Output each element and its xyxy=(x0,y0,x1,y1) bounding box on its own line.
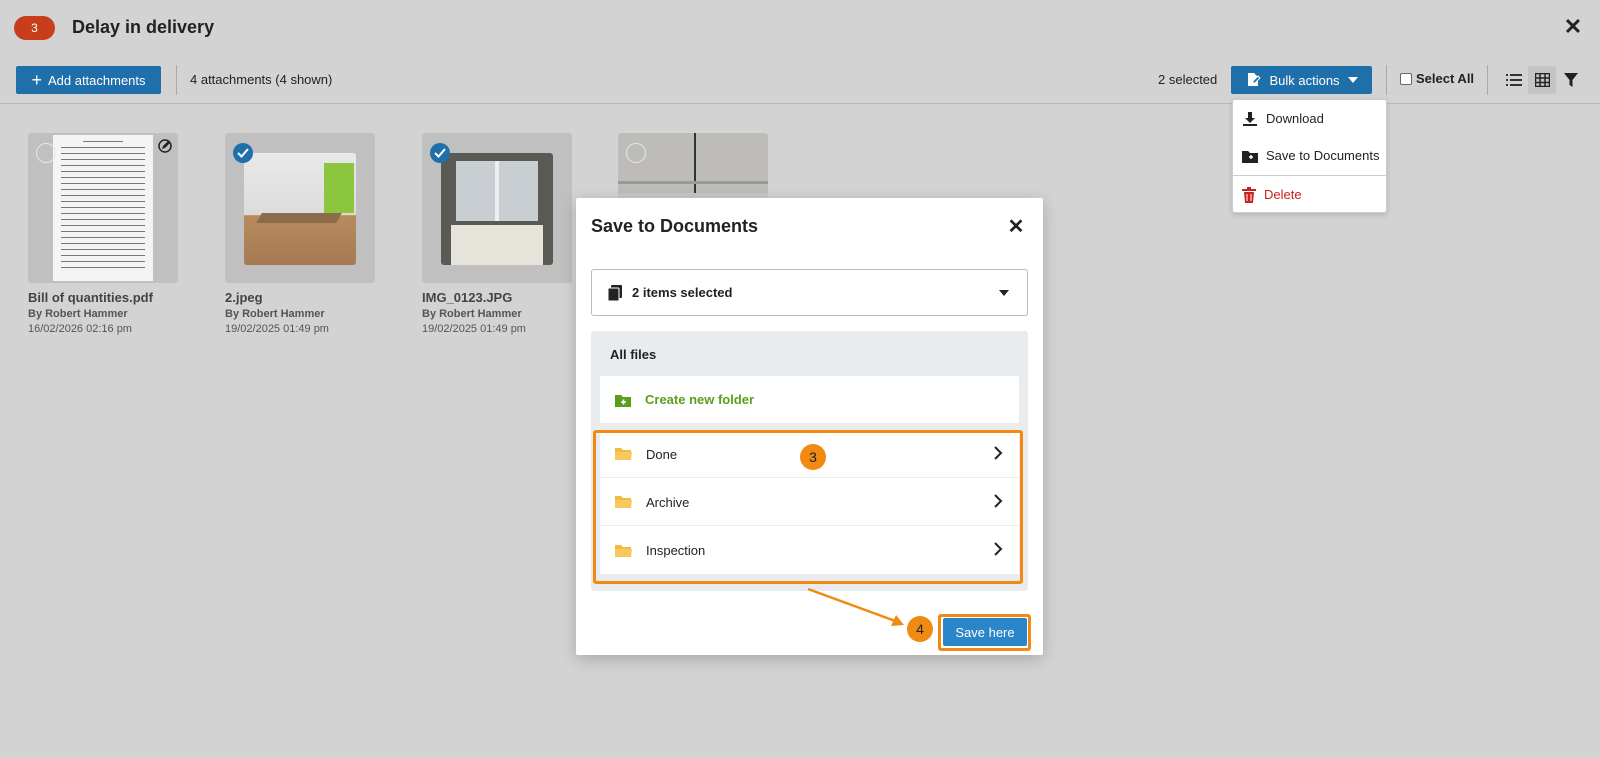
attachment-name[interactable]: Bill of quantities.pdf xyxy=(28,290,178,305)
filter-button[interactable] xyxy=(1557,66,1585,94)
edit-icon[interactable] xyxy=(158,139,172,153)
photo-window xyxy=(441,153,553,265)
divider xyxy=(1386,65,1387,95)
selected-items-dropdown[interactable]: 2 items selected xyxy=(591,269,1028,316)
folder-browser-heading: All files xyxy=(610,347,657,362)
menu-item-download[interactable]: Download xyxy=(1233,100,1386,137)
toolbar: + Add attachments 4 attachments (4 shown… xyxy=(0,60,1600,104)
caret-down-icon xyxy=(999,290,1009,296)
menu-item-label: Download xyxy=(1266,111,1324,126)
menu-item-label: Delete xyxy=(1264,187,1302,202)
attachment-count: 4 attachments (4 shown) xyxy=(190,72,333,87)
menu-item-save-to-documents[interactable]: Save to Documents xyxy=(1233,137,1386,174)
close-icon[interactable]: ✕ xyxy=(1004,214,1028,238)
folder-plus-icon xyxy=(1242,150,1258,163)
add-attachments-label: Add attachments xyxy=(47,72,146,88)
filter-icon xyxy=(1564,73,1578,87)
attachment-thumbnail[interactable] xyxy=(422,133,572,283)
divider xyxy=(176,65,177,95)
step-4-badge: 4 xyxy=(907,616,933,642)
bulk-actions-label: Bulk actions xyxy=(1269,72,1340,88)
copy-icon xyxy=(608,284,622,301)
attachment-card[interactable]: Bill of quantities.pdf By Robert Hammer … xyxy=(28,133,178,335)
attachment-name[interactable]: IMG_0123.JPG xyxy=(422,290,572,305)
attachment-author: By Robert Hammer xyxy=(225,308,325,320)
create-new-folder-label: Create new folder xyxy=(645,392,755,407)
list-view-button[interactable] xyxy=(1500,66,1528,94)
grid-icon xyxy=(1534,73,1550,87)
step-3-badge: 3 xyxy=(800,444,826,470)
select-checkbox[interactable] xyxy=(626,143,646,163)
attachment-thumbnail[interactable] xyxy=(225,133,375,283)
check-icon xyxy=(237,148,249,158)
save-to-documents-modal: Save to Documents ✕ 2 items selected All… xyxy=(576,198,1043,655)
divider xyxy=(1487,65,1488,95)
attachment-card[interactable]: IMG_0123.JPG By Robert Hammer 19/02/2025… xyxy=(422,133,572,335)
attachment-date: 19/02/2025 01:49 pm xyxy=(422,323,526,335)
selected-checkbox[interactable] xyxy=(430,143,450,163)
select-all-label: Select All xyxy=(1416,71,1475,86)
file-edit-icon xyxy=(1248,73,1262,86)
attachment-thumbnail[interactable] xyxy=(28,133,178,283)
bulk-actions-button[interactable]: Bulk actions xyxy=(1231,66,1372,94)
checkbox-box[interactable] xyxy=(1400,72,1412,85)
menu-item-delete[interactable]: Delete xyxy=(1233,176,1386,213)
select-checkbox[interactable] xyxy=(36,143,56,163)
trash-icon xyxy=(1242,186,1256,203)
pdf-preview xyxy=(53,135,153,281)
add-attachments-button[interactable]: + Add attachments xyxy=(16,66,161,94)
selected-checkbox[interactable] xyxy=(233,143,253,163)
attachment-name[interactable]: 2.jpeg xyxy=(225,290,375,305)
selected-items-label: 2 items selected xyxy=(632,285,733,300)
bulk-actions-menu: Download Save to Documents Delete xyxy=(1232,99,1387,213)
photo-wall-crack xyxy=(618,133,768,193)
attachment-date: 19/02/2025 01:49 pm xyxy=(225,323,329,335)
attachment-card[interactable]: 2.jpeg By Robert Hammer 19/02/2025 01:49… xyxy=(225,133,375,335)
attachment-author: By Robert Hammer xyxy=(28,308,128,320)
create-new-folder-button[interactable]: Create new folder xyxy=(600,376,1019,423)
plus-icon: + xyxy=(31,70,42,90)
close-icon[interactable]: ✕ xyxy=(1561,14,1585,39)
grid-view-button[interactable] xyxy=(1528,66,1556,94)
folder-plus-icon xyxy=(615,394,631,407)
modal-title: Save to Documents xyxy=(591,216,759,236)
select-all-checkbox[interactable]: Select All xyxy=(1400,71,1474,86)
page-title: Delay in delivery xyxy=(72,17,215,37)
check-icon xyxy=(434,148,446,158)
caret-down-icon xyxy=(1347,77,1358,83)
save-here-button[interactable]: Save here xyxy=(943,618,1027,646)
list-icon xyxy=(1506,74,1522,86)
issue-number-badge: 3 xyxy=(14,16,55,40)
selected-count: 2 selected xyxy=(1158,72,1218,87)
menu-item-label: Save to Documents xyxy=(1266,148,1380,163)
attachment-date: 16/02/2026 02:16 pm xyxy=(28,323,132,335)
download-icon xyxy=(1243,111,1257,126)
page-header: 3 Delay in delivery ✕ xyxy=(0,0,1600,56)
attachment-author: By Robert Hammer xyxy=(422,308,522,320)
photo-meeting-room xyxy=(244,153,356,265)
